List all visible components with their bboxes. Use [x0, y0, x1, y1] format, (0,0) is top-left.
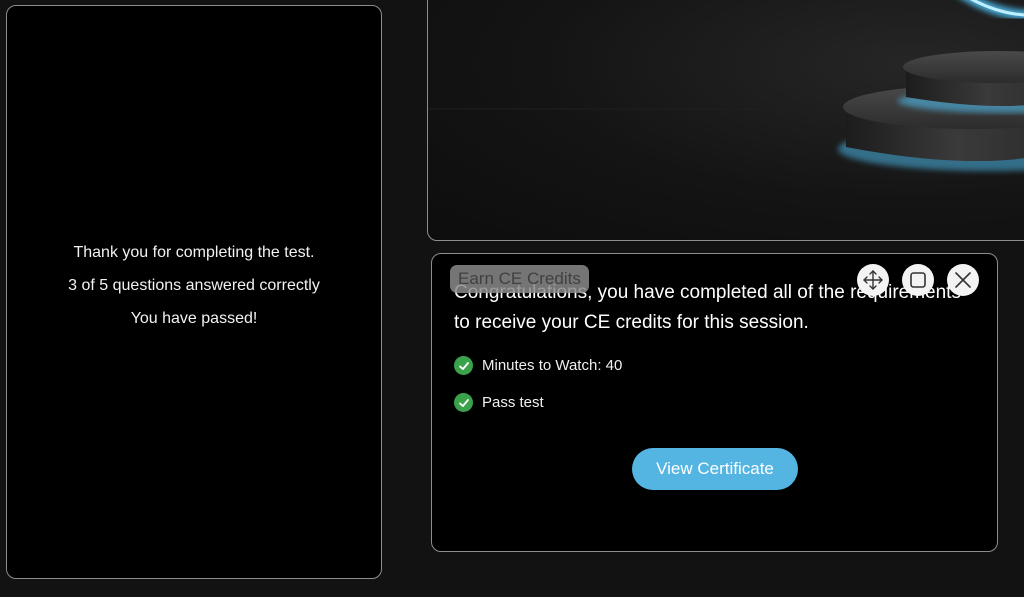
pass-status-text: You have passed! [130, 310, 258, 327]
maximize-button[interactable] [902, 264, 934, 296]
requirement-label: Pass test [482, 394, 544, 411]
move-icon [863, 270, 883, 290]
requirement-minutes: Minutes to Watch: 40 [454, 356, 622, 375]
close-button[interactable] [947, 264, 979, 296]
move-button[interactable] [857, 264, 889, 296]
requirement-pass-test: Pass test [454, 393, 544, 412]
video-panel[interactable] [427, 0, 1024, 241]
check-circle-icon [454, 356, 473, 375]
thank-you-text: Thank you for completing the test. [73, 244, 315, 261]
test-result-panel: Thank you for completing the test. 3 of … [6, 5, 382, 579]
test-result-text: Thank you for completing the test. 3 of … [7, 236, 381, 335]
score-text: 3 of 5 questions answered correctly [68, 277, 320, 294]
maximize-icon [910, 272, 926, 288]
view-certificate-button[interactable]: View Certificate [632, 448, 798, 490]
check-circle-icon [454, 393, 473, 412]
requirement-label: Minutes to Watch: 40 [482, 357, 623, 374]
ce-credits-tab[interactable]: Earn CE Credits [450, 265, 589, 293]
video-frame-image [428, 0, 1024, 171]
close-icon [955, 272, 971, 288]
ce-credits-panel: Congratulations, you have completed all … [431, 253, 998, 552]
page: Thank you for completing the test. 3 of … [0, 0, 1024, 597]
